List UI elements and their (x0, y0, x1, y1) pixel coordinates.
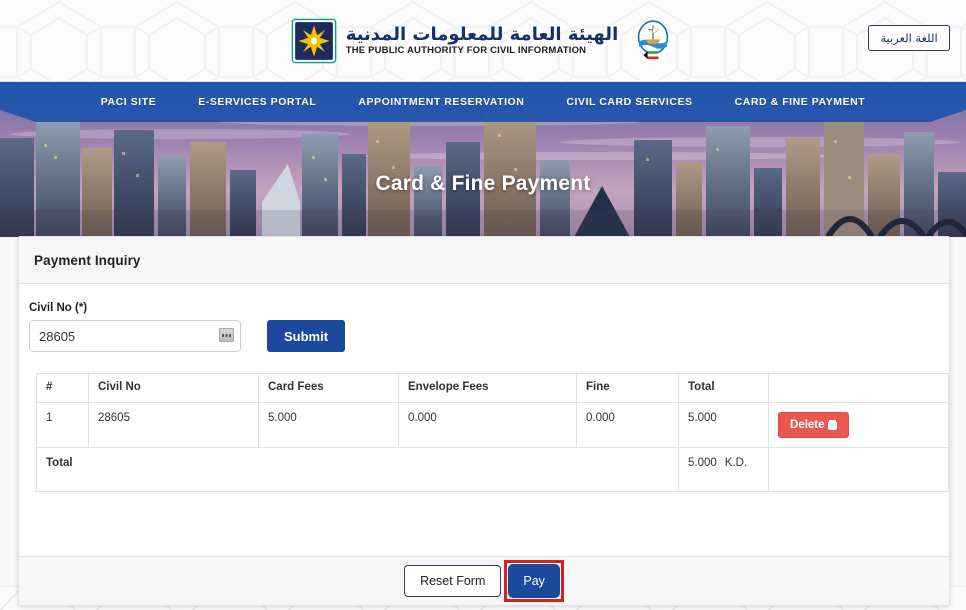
col-index: # (36, 373, 89, 403)
card-spacer (29, 492, 939, 556)
card-body: Civil No (*) Submit # Civil No Car (19, 284, 949, 556)
table-total-row: Total 5.000 K.D. (36, 447, 949, 492)
paci-logo[interactable]: الهيئة العامة للمعلومات المدنية THE PUBL… (291, 18, 676, 64)
cell-envelope-fees: 0.000 (398, 402, 577, 448)
fees-table-body: 1 28605 5.000 0.000 0.000 5.000 Delete T… (36, 402, 949, 492)
keypad-icon[interactable] (219, 328, 234, 342)
logo-text: الهيئة العامة للمعلومات المدنية THE PUBL… (345, 23, 619, 56)
total-row-empty (768, 447, 949, 492)
total-row-amount: 5.000 K.D. (678, 447, 769, 492)
col-envelope-fees: Envelope Fees (398, 373, 577, 403)
fees-table-head: # Civil No Card Fees Envelope Fees Fine … (36, 373, 949, 403)
civil-no-input[interactable] (29, 320, 241, 352)
civil-no-input-wrap (29, 320, 241, 352)
col-civil-no: Civil No (88, 373, 259, 403)
inquiry-form-row: Submit (29, 320, 939, 352)
cell-total: 5.000 (678, 402, 769, 448)
col-card-fees: Card Fees (258, 373, 399, 403)
card-title: Payment Inquiry (34, 252, 141, 268)
card-header: Payment Inquiry (19, 237, 949, 284)
trash-icon (827, 420, 837, 430)
table-header-row: # Civil No Card Fees Envelope Fees Fine … (36, 373, 949, 403)
delete-button-label: Delete (790, 419, 825, 431)
submit-button[interactable]: Submit (267, 320, 346, 352)
nav-item-appointment-reservation[interactable]: APPOINTMENT RESERVATION (337, 96, 545, 108)
header-inner: الهيئة العامة للمعلومات المدنية THE PUBL… (0, 0, 966, 81)
payment-inquiry-card: Payment Inquiry Civil No (*) Submit (18, 236, 950, 606)
delete-button[interactable]: Delete (778, 412, 849, 438)
civil-no-field-group: Civil No (*) Submit (29, 302, 939, 352)
site-header: الهيئة العامة للمعلومات المدنية THE PUBL… (0, 0, 966, 82)
cell-index: 1 (36, 402, 89, 448)
fees-table: # Civil No Card Fees Envelope Fees Fine … (36, 373, 949, 492)
pay-button-highlight: Pay (504, 560, 564, 602)
redaction-overlay (133, 407, 190, 422)
total-amount-value: 5.000 (688, 457, 717, 469)
cell-civil-no: 28605 (88, 402, 259, 448)
kuwait-state-emblem-icon (638, 19, 669, 59)
logo-arabic-text: الهيئة العامة للمعلومات المدنية (345, 23, 619, 45)
nav-item-card-and-fine-payment[interactable]: CARD & FINE PAYMENT (714, 96, 887, 108)
nav-item-e-services-portal[interactable]: E-SERVICES PORTAL (177, 96, 337, 108)
page-root: الهيئة العامة للمعلومات المدنية THE PUBL… (0, 0, 966, 610)
total-row-label: Total (36, 447, 679, 492)
col-total: Total (678, 373, 769, 403)
page-title: Card & Fine Payment (375, 172, 591, 195)
hero-banner: PACI SITE E-SERVICES PORTAL APPOINTMENT … (0, 82, 966, 237)
col-actions (768, 373, 949, 403)
cell-actions: Delete (768, 402, 949, 448)
cell-civil-no-value: 28605 (98, 412, 130, 424)
civil-no-label: Civil No (*) (29, 302, 88, 314)
card-footer-actions: Reset Form Pay (19, 556, 949, 605)
main-navigation: PACI SITE E-SERVICES PORTAL APPOINTMENT … (0, 82, 966, 122)
nav-item-paci-site[interactable]: PACI SITE (80, 96, 178, 108)
table-row: 1 28605 5.000 0.000 0.000 5.000 Delete (36, 402, 949, 448)
cell-card-fees: 5.000 (258, 402, 399, 448)
total-currency: K.D. (724, 457, 748, 469)
logo-english-text: THE PUBLIC AUTHORITY FOR CIVIL INFORMATI… (345, 44, 587, 56)
eight-point-star-logo-icon (291, 18, 337, 63)
arabic-language-button[interactable]: اللغة العربية (868, 25, 950, 51)
nav-item-civil-card-services[interactable]: CIVIL CARD SERVICES (545, 96, 713, 108)
pay-button[interactable]: Pay (508, 564, 560, 598)
col-fine: Fine (576, 373, 679, 403)
reset-form-button[interactable]: Reset Form (404, 565, 502, 597)
fees-table-wrap: # Civil No Card Fees Envelope Fees Fine … (36, 373, 949, 492)
cell-fine: 0.000 (576, 402, 679, 448)
